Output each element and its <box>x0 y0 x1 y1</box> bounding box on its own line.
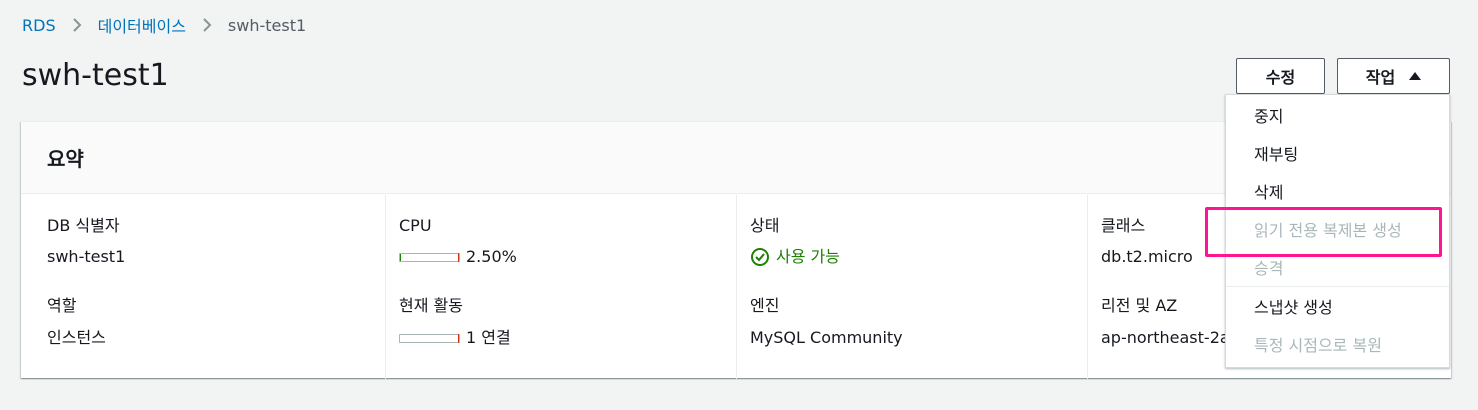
page-title: swh-test1 <box>22 58 169 93</box>
caret-up-icon <box>1409 72 1422 80</box>
menu-item-delete[interactable]: 삭제 <box>1226 172 1449 210</box>
actions-button[interactable]: 작업 <box>1337 58 1450 94</box>
activity-value: 1 연결 <box>466 328 511 347</box>
menu-item-reboot[interactable]: 재부팅 <box>1226 134 1449 172</box>
chevron-right-icon <box>72 17 82 33</box>
chevron-right-icon <box>202 17 212 33</box>
summary-column-status: 상태 사용 가능 엔진 MySQL Community <box>736 195 1087 379</box>
engine-value: MySQL Community <box>750 328 903 347</box>
menu-item-create-read-replica[interactable]: 읽기 전용 복제본 생성 <box>1226 210 1449 248</box>
role-value: 인스턴스 <box>47 328 106 347</box>
breadcrumb-rds-link[interactable]: RDS <box>22 16 56 35</box>
class-label: 클래스 <box>1101 216 1146 235</box>
breadcrumb: RDS 데이터베이스 swh-test1 <box>22 13 307 37</box>
db-identifier-label: DB 식별자 <box>47 216 120 235</box>
cpu-value: 2.50% <box>466 247 517 266</box>
breadcrumb-current: swh-test1 <box>227 15 307 35</box>
cpu-label: CPU <box>399 216 432 235</box>
summary-column-identifier: DB 식별자 swh-test1 역할 인스턴스 <box>21 195 385 379</box>
breadcrumb-databases-link[interactable]: 데이터베이스 <box>98 13 186 37</box>
modify-button[interactable]: 수정 <box>1236 58 1325 94</box>
menu-item-stop[interactable]: 중지 <box>1226 96 1449 134</box>
menu-item-take-snapshot[interactable]: 스냅샷 생성 <box>1226 287 1449 325</box>
activity-value-row: 1 연결 <box>399 327 511 349</box>
activity-meter-end <box>458 333 459 343</box>
cpu-value-row: 2.50% <box>399 246 517 268</box>
db-identifier-value: swh-test1 <box>47 247 126 266</box>
menu-item-promote[interactable]: 승격 <box>1226 248 1449 286</box>
check-circle-icon <box>750 247 770 267</box>
summary-column-usage: CPU 2.50% 현재 활동 1 연결 <box>385 195 736 379</box>
summary-title: 요약 <box>47 147 84 171</box>
role-label: 역할 <box>47 296 77 315</box>
cpu-meter <box>399 252 460 262</box>
region-value: ap-northeast-2a <box>1101 328 1230 347</box>
actions-button-label: 작업 <box>1365 68 1396 87</box>
menu-item-restore-point-in-time[interactable]: 특정 시점으로 복원 <box>1226 325 1449 363</box>
region-label: 리전 및 AZ <box>1101 296 1178 315</box>
engine-label: 엔진 <box>750 296 780 315</box>
actions-dropdown-menu: 중지 재부팅 삭제 읽기 전용 복제본 생성 승격 스냅샷 생성 특정 시점으로… <box>1225 94 1450 368</box>
status-label: 상태 <box>750 216 780 235</box>
cpu-meter-fill <box>400 253 402 261</box>
status-value-row: 사용 가능 <box>750 246 840 268</box>
class-value: db.t2.micro <box>1101 247 1193 266</box>
cpu-meter-end <box>458 252 459 262</box>
activity-label: 현재 활동 <box>399 296 463 315</box>
modify-button-label: 수정 <box>1265 68 1296 87</box>
status-value: 사용 가능 <box>776 247 840 266</box>
activity-meter <box>399 333 460 343</box>
